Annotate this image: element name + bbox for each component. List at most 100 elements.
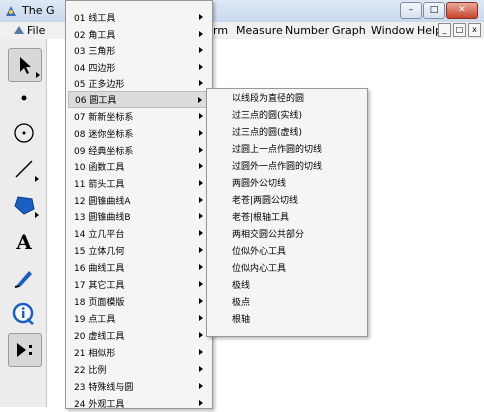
document-icon[interactable] bbox=[14, 25, 24, 35]
menu-file[interactable]: File bbox=[27, 24, 45, 37]
point-tool[interactable] bbox=[8, 82, 40, 114]
menu-item-mini-coordinate-system[interactable]: 08 迷你坐标系 bbox=[68, 125, 210, 142]
menu-item-solid-platform[interactable]: 14 立几平台 bbox=[68, 225, 210, 242]
submenu-item-tangent-from-point-on-circle[interactable]: 过圆上一点作圆的切线 bbox=[232, 142, 322, 159]
submenu-item-common-tangents[interactable]: 老苍|两圆公切线 bbox=[232, 193, 298, 210]
window-controls: – □ ✕ bbox=[400, 2, 478, 19]
submenu-arrow-icon bbox=[199, 64, 203, 70]
straightedge-icon bbox=[15, 160, 33, 178]
doc-minimize-button[interactable]: _ bbox=[438, 23, 451, 37]
menu-item-line-tools[interactable]: 01 线工具 bbox=[68, 9, 210, 26]
close-button[interactable]: ✕ bbox=[446, 2, 478, 19]
submenu-arrow-icon bbox=[199, 147, 203, 153]
custom-tools-menu: 01 线工具 02 角工具 03 三角形 04 四边形 05 正多边形 06 圆… bbox=[65, 0, 213, 412]
menu-item-function-tools[interactable]: 10 函数工具 bbox=[68, 158, 210, 175]
menu-item-angle-tools[interactable]: 02 角工具 bbox=[68, 26, 210, 43]
tool-more-indicator bbox=[35, 212, 39, 218]
submenu-item-circle-by-diameter[interactable]: 以线段为直径的圆 bbox=[232, 91, 304, 108]
maximize-button[interactable]: □ bbox=[423, 2, 445, 19]
menu-measure[interactable]: Measure bbox=[236, 24, 283, 37]
menu-transform[interactable]: rm bbox=[213, 24, 228, 37]
doc-close-button[interactable]: x bbox=[468, 23, 481, 37]
arrow-tool[interactable] bbox=[8, 48, 42, 82]
submenu-arrow-icon bbox=[199, 315, 203, 321]
point-icon bbox=[21, 95, 27, 101]
submenu-arrow-icon bbox=[199, 281, 203, 287]
compass-icon bbox=[14, 123, 34, 143]
menu-item-ratio[interactable]: 22 比例 bbox=[68, 361, 210, 378]
menu-item-special-lines-circles[interactable]: 23 特殊线与圆 bbox=[68, 378, 210, 395]
menu-item-dashed-line-tools[interactable]: 20 虚线工具 bbox=[68, 327, 210, 344]
submenu-arrow-icon bbox=[199, 264, 203, 270]
submenu-arrow-icon bbox=[199, 332, 203, 338]
submenu-item-circle-three-points-dashed[interactable]: 过三点的圆(虚线) bbox=[232, 125, 302, 142]
menu-item-page-templates[interactable]: 18 页面模版 bbox=[68, 293, 210, 310]
submenu-arrow-icon bbox=[198, 97, 202, 103]
menu-item-conic-a[interactable]: 12 圆锥曲线A bbox=[68, 192, 210, 209]
menu-item-triangle[interactable]: 03 三角形 bbox=[68, 42, 210, 59]
submenu-item-radical-axis-tool[interactable]: 老苍|根轴工具 bbox=[232, 210, 289, 227]
submenu-arrow-icon bbox=[199, 383, 203, 389]
menu-item-solid-geometry[interactable]: 15 立体几何 bbox=[68, 242, 210, 259]
tool-more-indicator bbox=[36, 72, 40, 78]
submenu-arrow-icon bbox=[199, 230, 203, 236]
submenu-arrow-icon bbox=[199, 213, 203, 219]
submenu-arrow-icon bbox=[199, 113, 203, 119]
compass-tool[interactable] bbox=[8, 117, 40, 149]
doc-restore-button[interactable]: □ bbox=[453, 23, 466, 37]
straightedge-tool[interactable] bbox=[8, 153, 40, 185]
polygon-icon bbox=[14, 196, 35, 215]
submenu-arrow-icon bbox=[199, 130, 203, 136]
circle-tools-submenu: 以线段为直径的圆 过三点的圆(实线) 过三点的圆(虚线) 过圆上一点作圆的切线 … bbox=[206, 88, 368, 337]
submenu-arrow-icon bbox=[199, 80, 203, 86]
information-icon bbox=[12, 302, 34, 325]
app-icon bbox=[6, 6, 16, 16]
menu-item-point-tools[interactable]: 19 点工具 bbox=[68, 310, 210, 327]
submenu-arrow-icon bbox=[199, 366, 203, 372]
submenu-arrow-icon bbox=[199, 400, 203, 406]
submenu-item-polar-line[interactable]: 极线 bbox=[232, 278, 250, 295]
menu-item-other-tools[interactable]: 17 其它工具 bbox=[68, 276, 210, 293]
menu-item-new-coordinate-system[interactable]: 07 新新坐标系 bbox=[68, 108, 210, 125]
tool-more-indicator bbox=[35, 176, 39, 182]
submenu-arrow-icon bbox=[199, 163, 203, 169]
menu-item-regular-polygon[interactable]: 05 正多边形 bbox=[68, 75, 210, 92]
document-window-controls: _ □ x bbox=[438, 23, 481, 37]
arrow-select-icon bbox=[20, 57, 31, 74]
tool-palette: A bbox=[0, 39, 47, 407]
text-tool[interactable]: A bbox=[8, 226, 40, 258]
custom-tool-icon bbox=[17, 343, 32, 357]
menu-item-appearance-tools[interactable]: 24 外观工具 bbox=[68, 395, 210, 412]
menu-graph[interactable]: Graph bbox=[332, 24, 366, 37]
submenu-arrow-icon bbox=[199, 180, 203, 186]
polygon-tool[interactable] bbox=[8, 189, 40, 221]
submenu-item-intersecting-circles-common-part[interactable]: 两相交圆公共部分 bbox=[232, 227, 304, 244]
submenu-item-external-common-tangents[interactable]: 两圆外公切线 bbox=[232, 176, 286, 193]
menu-window[interactable]: Window bbox=[371, 24, 414, 37]
marker-tool[interactable] bbox=[8, 262, 40, 294]
menu-item-arrow-tools[interactable]: 11 箭头工具 bbox=[68, 175, 210, 192]
submenu-item-radical-axis[interactable]: 根轴 bbox=[232, 312, 250, 329]
window-title: The G bbox=[22, 4, 55, 17]
submenu-arrow-icon bbox=[199, 47, 203, 53]
submenu-item-tangent-from-external-point[interactable]: 过圆外一点作圆的切线 bbox=[232, 159, 322, 176]
menu-item-circle-tools[interactable]: 06 圆工具 bbox=[68, 91, 210, 108]
information-tool[interactable] bbox=[8, 298, 40, 330]
menu-number[interactable]: Number bbox=[285, 24, 329, 37]
custom-tool[interactable] bbox=[8, 333, 42, 367]
submenu-arrow-icon bbox=[199, 197, 203, 203]
submenu-arrow-icon bbox=[199, 14, 203, 20]
submenu-item-circle-three-points-solid[interactable]: 过三点的圆(实线) bbox=[232, 108, 302, 125]
submenu-item-pole[interactable]: 极点 bbox=[232, 295, 250, 312]
text-icon: A bbox=[16, 230, 32, 254]
submenu-item-external-homothety-center[interactable]: 位似外心工具 bbox=[232, 244, 286, 261]
menu-item-conic-b[interactable]: 13 圆锥曲线B bbox=[68, 208, 210, 225]
submenu-arrow-icon bbox=[199, 349, 203, 355]
minimize-button[interactable]: – bbox=[400, 2, 422, 19]
menu-item-similar-figures[interactable]: 21 相似形 bbox=[68, 344, 210, 361]
menu-item-quadrilateral[interactable]: 04 四边形 bbox=[68, 59, 210, 76]
submenu-arrow-icon bbox=[199, 298, 203, 304]
menu-item-curve-tools[interactable]: 16 曲线工具 bbox=[68, 259, 210, 276]
menu-item-classic-coordinate-system[interactable]: 09 经典坐标系 bbox=[68, 142, 210, 159]
submenu-item-internal-homothety-center[interactable]: 位似内心工具 bbox=[232, 261, 286, 278]
